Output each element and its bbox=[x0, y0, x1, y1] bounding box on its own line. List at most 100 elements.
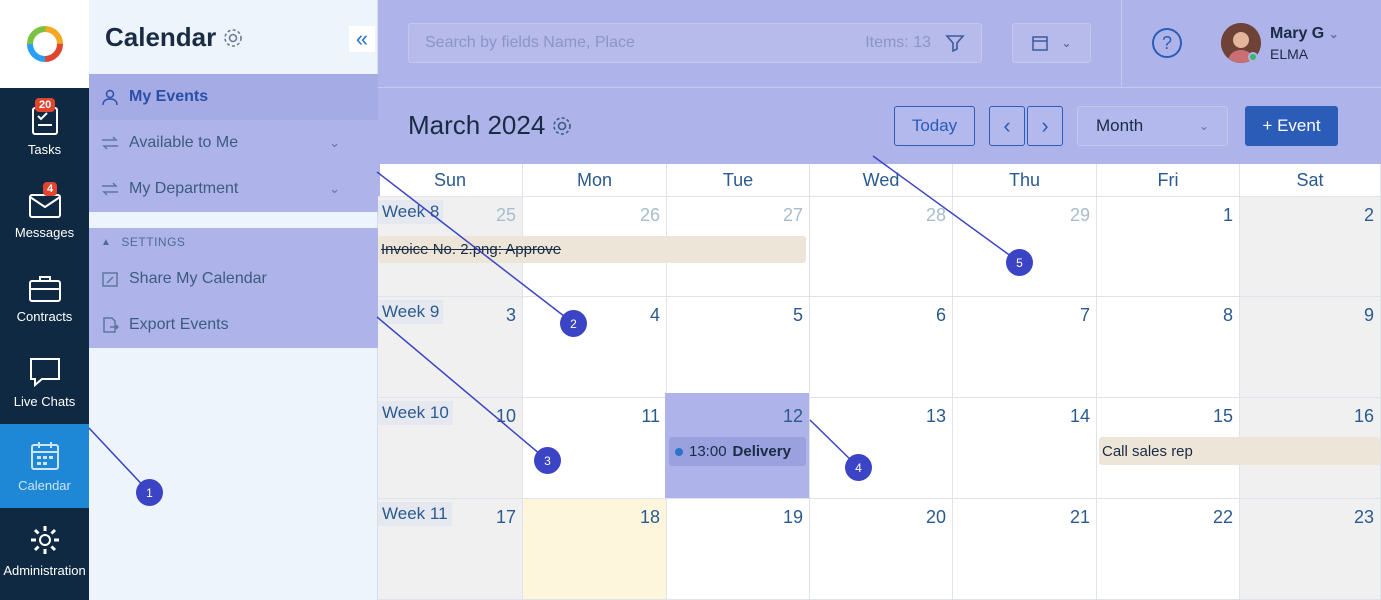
help-button[interactable]: ? bbox=[1152, 28, 1182, 58]
sidebar-item-available-to-me[interactable]: Available to Me ⌄ bbox=[89, 120, 380, 166]
calendar-toolbar: March 2024 Today ‹ › Month ⌄ + Event bbox=[378, 88, 1381, 164]
settings-section-toggle[interactable]: ▲ SETTINGS bbox=[89, 228, 380, 256]
settings-gear-icon[interactable] bbox=[222, 27, 244, 49]
event-delivery[interactable]: 13:00 Delivery bbox=[669, 437, 806, 466]
day-cell-today[interactable]: 18 bbox=[523, 499, 667, 600]
day-cell[interactable]: 2 bbox=[1240, 197, 1381, 297]
day-number: 5 bbox=[792, 305, 803, 325]
callout-marker-2: 2 bbox=[560, 310, 587, 337]
logo-icon bbox=[26, 26, 63, 62]
divider bbox=[1121, 0, 1122, 88]
sidebar-item-label: Export Events bbox=[129, 316, 229, 333]
event-call-sales-rep[interactable]: Call sales rep bbox=[1099, 437, 1380, 465]
month-grid: Sun Mon Tue Wed Thu Fri Sat 25 26 27 28 … bbox=[378, 164, 1381, 600]
rail-item-live-chats[interactable]: Live Chats bbox=[0, 340, 89, 424]
sidebar-item-export-events[interactable]: Export Events bbox=[89, 302, 380, 348]
add-event-button[interactable]: + Event bbox=[1245, 106, 1338, 146]
rail-item-label: Calendar bbox=[18, 477, 71, 493]
callout-marker-1: 1 bbox=[136, 479, 163, 506]
sidebar-item-share-calendar[interactable]: Share My Calendar bbox=[89, 256, 380, 302]
day-number: 11 bbox=[641, 406, 660, 426]
day-cell[interactable]: 7 bbox=[953, 297, 1097, 398]
calendar-sidebar: Calendar « My Events Available to Me ⌄ M… bbox=[89, 0, 380, 600]
sidebar-item-label: Available to Me bbox=[129, 134, 239, 151]
gear-icon bbox=[30, 525, 59, 554]
week-label[interactable]: Week 11 bbox=[378, 502, 452, 526]
day-cell[interactable]: 1 bbox=[1097, 197, 1240, 297]
event-time: 13:00 bbox=[689, 443, 727, 460]
view-select[interactable]: Month ⌄ bbox=[1077, 106, 1228, 146]
day-number: 1 bbox=[1222, 205, 1233, 225]
day-number: 14 bbox=[1069, 406, 1090, 426]
day-number: 6 bbox=[935, 305, 946, 325]
day-number: 29 bbox=[1069, 205, 1090, 225]
search-placeholder: Search by fields Name, Place bbox=[425, 34, 635, 51]
page-title: March 2024 bbox=[408, 110, 573, 141]
app-logo[interactable] bbox=[0, 0, 89, 88]
sidebar-title: Calendar bbox=[105, 22, 244, 53]
briefcase-icon bbox=[28, 275, 61, 302]
day-cell[interactable]: 9 bbox=[1240, 297, 1381, 398]
rail-item-messages[interactable]: 4 Messages bbox=[0, 172, 89, 256]
rail-item-label: Tasks bbox=[27, 141, 62, 157]
day-number: 9 bbox=[1363, 305, 1374, 325]
rail-item-administration[interactable]: Administration bbox=[0, 508, 89, 592]
day-number: 8 bbox=[1222, 305, 1233, 325]
day-cell[interactable]: 5 bbox=[667, 297, 810, 398]
chevron-down-icon[interactable]: ⌄ bbox=[329, 181, 340, 197]
day-number: 26 bbox=[639, 205, 660, 225]
user-menu[interactable]: Mary G ⌄ bbox=[1270, 25, 1339, 43]
events-menu: My Events Available to Me ⌄ My Departmen… bbox=[89, 74, 380, 212]
week-label[interactable]: Week 8 bbox=[378, 200, 444, 224]
collapse-sidebar-button[interactable]: « bbox=[349, 26, 375, 52]
day-cell[interactable]: 6 bbox=[810, 297, 953, 398]
day-number: 20 bbox=[925, 507, 946, 527]
day-number: 25 bbox=[495, 205, 516, 225]
filter-icon[interactable] bbox=[945, 33, 965, 53]
day-cell[interactable]: 8 bbox=[1097, 297, 1240, 398]
chevron-down-icon: ⌄ bbox=[1328, 27, 1339, 41]
items-count: Items: 13 bbox=[865, 34, 931, 51]
day-cell[interactable]: 21 bbox=[953, 499, 1097, 600]
day-number: 19 bbox=[782, 507, 803, 527]
weekday-header: Fri bbox=[1097, 164, 1240, 197]
sidebar-item-my-department[interactable]: My Department ⌄ bbox=[89, 166, 380, 212]
user-org: ELMA bbox=[1270, 46, 1309, 62]
today-button[interactable]: Today bbox=[894, 106, 975, 146]
callout-marker-3: 3 bbox=[534, 447, 561, 474]
day-cell[interactable]: 13 bbox=[810, 398, 953, 499]
event-invoice-approve[interactable]: Invoice No. 2.png: Approve bbox=[378, 236, 806, 263]
calendar-view-dropdown[interactable]: ⌄ bbox=[1012, 23, 1091, 63]
day-cell[interactable]: 28 bbox=[810, 197, 953, 297]
day-cell[interactable]: 23 bbox=[1240, 499, 1381, 600]
day-cell[interactable]: 4 bbox=[523, 297, 667, 398]
rail-item-label: Live Chats bbox=[13, 393, 76, 409]
day-number: 17 bbox=[495, 507, 516, 527]
prev-month-button[interactable]: ‹ bbox=[989, 106, 1025, 146]
day-cell[interactable]: 20 bbox=[810, 499, 953, 600]
user-icon bbox=[102, 89, 118, 106]
sidebar-item-my-events[interactable]: My Events bbox=[89, 74, 380, 120]
rail-item-tasks[interactable]: 20 Tasks bbox=[0, 88, 89, 172]
week-label[interactable]: Week 9 bbox=[378, 300, 444, 324]
weekday-header: Thu bbox=[953, 164, 1097, 197]
day-cell[interactable]: 19 bbox=[667, 499, 810, 600]
next-month-button[interactable]: › bbox=[1027, 106, 1063, 146]
rail-item-calendar[interactable]: Calendar bbox=[0, 424, 89, 508]
day-cell[interactable]: 22 bbox=[1097, 499, 1240, 600]
chevron-down-icon[interactable]: ⌄ bbox=[329, 135, 340, 151]
settings-gear-icon[interactable] bbox=[551, 115, 573, 137]
week-label[interactable]: Week 10 bbox=[378, 401, 453, 425]
day-cell[interactable]: 29 bbox=[953, 197, 1097, 297]
search-input[interactable]: Search by fields Name, Place Items: 13 bbox=[408, 23, 982, 63]
event-title: Delivery bbox=[732, 443, 791, 460]
day-cell[interactable]: 14 bbox=[953, 398, 1097, 499]
calendar-icon bbox=[1032, 36, 1049, 51]
callout-marker-4: 4 bbox=[845, 454, 872, 481]
rail-item-contracts[interactable]: Contracts bbox=[0, 256, 89, 340]
event-dot-icon bbox=[675, 447, 683, 456]
day-number: 27 bbox=[782, 205, 803, 225]
chevron-left-icon: ‹ bbox=[1003, 113, 1011, 138]
rail-item-label: Administration bbox=[3, 562, 86, 578]
view-select-value: Month bbox=[1096, 116, 1144, 135]
